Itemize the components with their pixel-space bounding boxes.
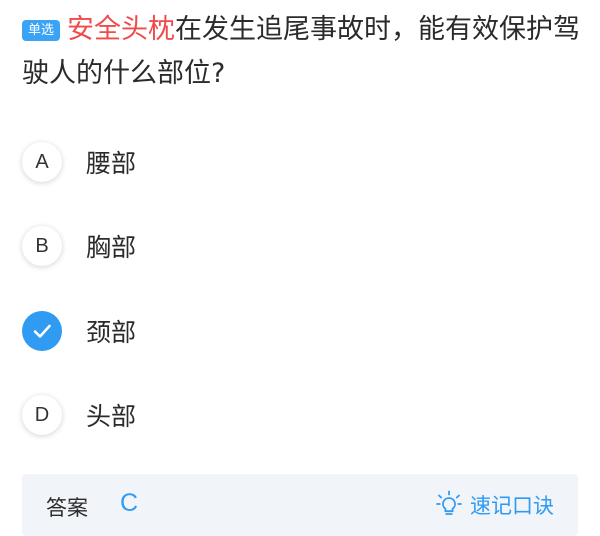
option-b[interactable]: B 胸部 — [22, 216, 136, 276]
answer-bar: 答案 C 速记口诀 — [22, 474, 578, 536]
answer-label: 答案 — [46, 496, 88, 520]
answer-value: C — [120, 489, 139, 517]
option-d-label: 头部 — [86, 402, 137, 431]
question-type-badge: 单选 — [22, 20, 61, 41]
option-c[interactable]: 颈部 — [22, 301, 136, 361]
option-a-marker[interactable]: A — [22, 142, 62, 182]
option-d[interactable]: D 头部 — [22, 385, 136, 445]
option-a-label: 腰部 — [86, 149, 137, 178]
question-text: 单选 安全头枕在发生追尾事故时，能有效保护驾驶人的什么部位? — [22, 8, 582, 96]
lightbulb-icon — [436, 490, 462, 515]
option-d-marker[interactable]: D — [22, 395, 62, 435]
option-b-marker[interactable]: B — [22, 226, 62, 266]
option-c-label: 颈部 — [86, 318, 137, 347]
option-b-label: 胸部 — [86, 233, 137, 262]
option-c-marker[interactable] — [22, 311, 62, 351]
memo-label: 速记口诀 — [470, 494, 554, 518]
question-highlight: 安全头枕 — [67, 14, 176, 45]
checkmark-icon — [33, 324, 51, 338]
memo-button[interactable]: 速记口诀 — [436, 490, 554, 520]
option-a[interactable]: A 腰部 — [22, 132, 136, 192]
